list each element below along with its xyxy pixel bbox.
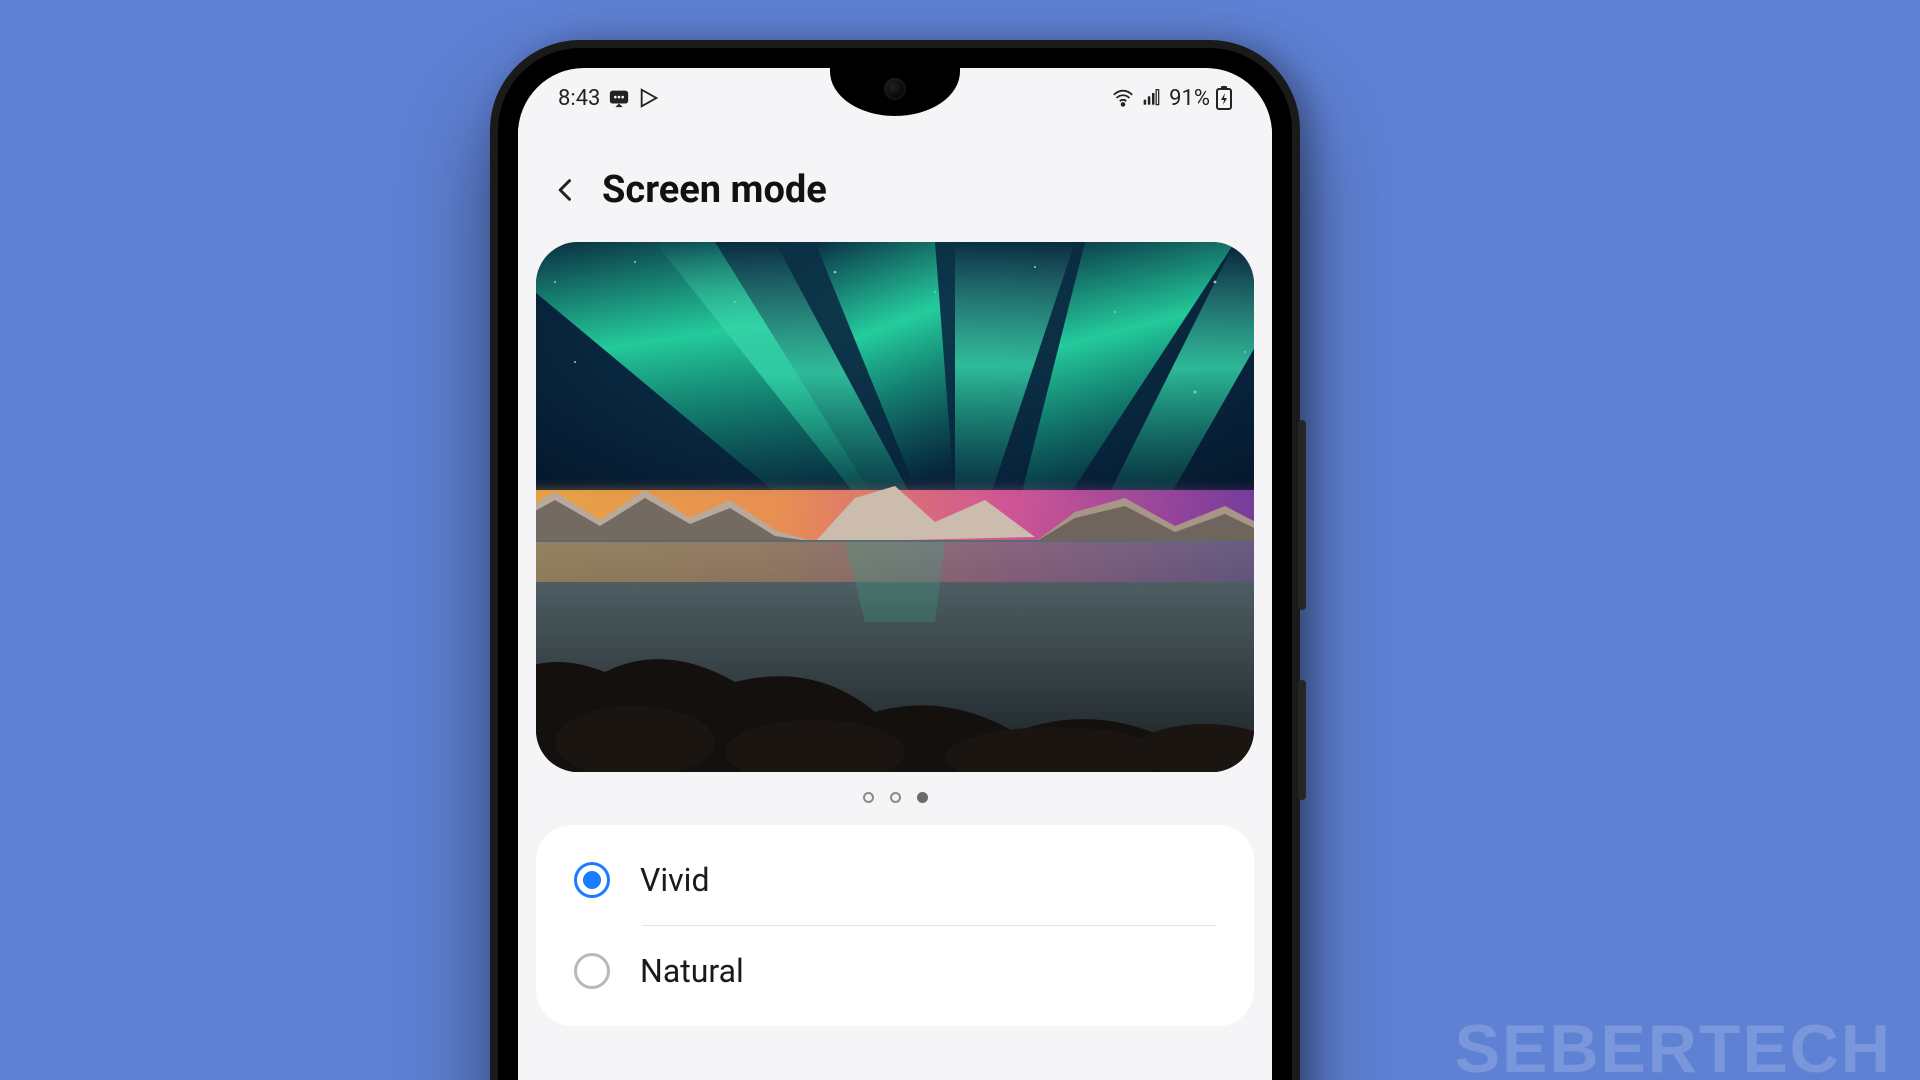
screen-mode-option[interactable]: Vivid <box>536 835 1254 925</box>
screen-content: Screen mode <box>518 128 1272 1080</box>
radio-icon[interactable] <box>574 953 610 989</box>
preview-illustration <box>536 242 1254 772</box>
messages-icon <box>608 87 630 109</box>
wifi-icon <box>1111 87 1135 109</box>
signal-icon <box>1141 88 1163 108</box>
carousel-dot[interactable] <box>863 792 874 803</box>
battery-charging-icon <box>1216 86 1232 110</box>
status-time: 8:43 <box>558 86 600 111</box>
carousel-indicator[interactable] <box>518 772 1272 825</box>
screen-mode-option[interactable]: Natural <box>536 926 1254 1016</box>
page-title: Screen mode <box>602 168 827 212</box>
radio-icon[interactable] <box>574 862 610 898</box>
status-left: 8:43 <box>558 86 660 111</box>
phone-screen: 8:43 91% <box>518 68 1272 1080</box>
screen-mode-options: Vivid Natural <box>536 825 1254 1026</box>
power-button[interactable] <box>1298 680 1306 800</box>
back-icon[interactable] <box>552 176 580 204</box>
phone-frame: 8:43 91% <box>490 40 1300 1080</box>
front-camera <box>884 78 906 100</box>
stage: SEBERTECH 8:43 <box>0 0 1920 1080</box>
screen-mode-preview[interactable] <box>536 242 1254 772</box>
carousel-dot[interactable] <box>890 792 901 803</box>
play-store-icon <box>638 87 660 109</box>
watermark-text: SEBERTECH <box>1455 1010 1892 1080</box>
option-label: Vivid <box>640 861 709 899</box>
option-label: Natural <box>640 952 744 990</box>
carousel-dot[interactable] <box>917 792 928 803</box>
header-row: Screen mode <box>518 128 1272 242</box>
battery-percent: 91% <box>1169 86 1210 111</box>
volume-button[interactable] <box>1298 420 1306 610</box>
status-right: 91% <box>1111 86 1232 111</box>
